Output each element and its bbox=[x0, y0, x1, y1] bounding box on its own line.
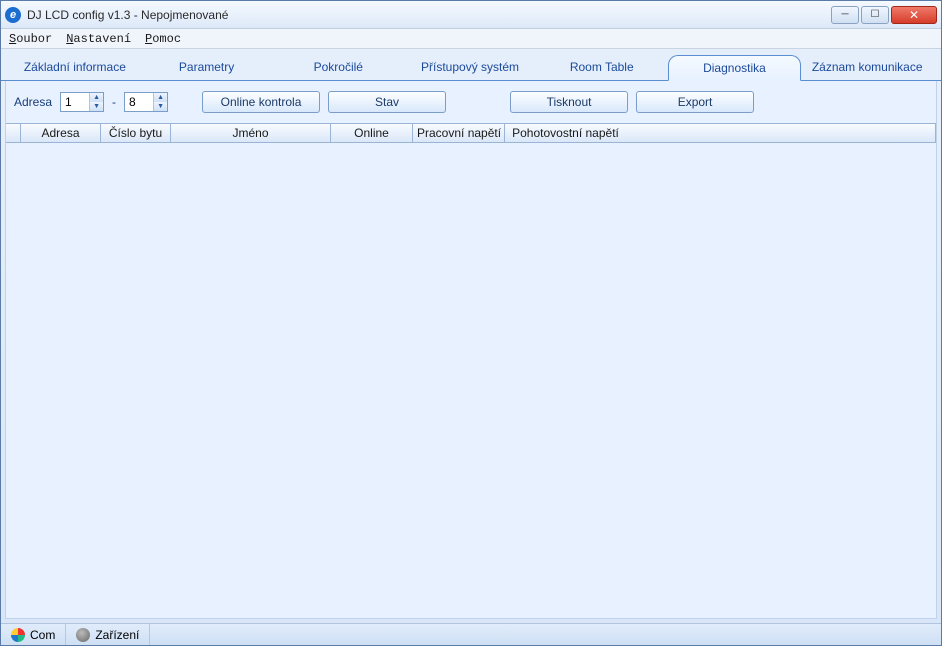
status-com-label: Com bbox=[30, 628, 55, 642]
address-from-input[interactable] bbox=[61, 93, 89, 111]
window-title: DJ LCD config v1.3 - Nepojmenované bbox=[27, 8, 831, 22]
statusbar: Com Zařízení bbox=[1, 623, 941, 645]
dash-label: - bbox=[112, 95, 116, 109]
print-button[interactable]: Tisknout bbox=[510, 91, 628, 113]
close-button[interactable]: ✕ bbox=[891, 6, 937, 24]
export-button[interactable]: Export bbox=[636, 91, 754, 113]
address-to-spinner[interactable]: ▲ ▼ bbox=[124, 92, 168, 112]
menu-help[interactable]: Pomoc bbox=[145, 32, 181, 46]
status-com[interactable]: Com bbox=[1, 624, 66, 645]
col-header-online[interactable]: Online bbox=[330, 124, 412, 142]
menu-file[interactable]: Soubor bbox=[9, 32, 52, 46]
address-from-spinner[interactable]: ▲ ▼ bbox=[60, 92, 104, 112]
tab-access-system[interactable]: Přístupový systém bbox=[404, 55, 536, 80]
col-header-address[interactable]: Adresa bbox=[20, 124, 100, 142]
tab-parameters[interactable]: Parametry bbox=[141, 55, 273, 80]
menu-settings[interactable]: Nastavení bbox=[66, 32, 131, 46]
grid-header-row: Adresa Číslo bytu Jméno Online Pracovní … bbox=[6, 123, 936, 143]
col-header-flat-number[interactable]: Číslo bytu bbox=[100, 124, 170, 142]
device-icon bbox=[76, 628, 90, 642]
tab-basic-info[interactable]: Základní informace bbox=[9, 55, 141, 80]
table-area[interactable]: Adresa Číslo bytu Jméno Online Pracovní … bbox=[6, 123, 936, 618]
address-label: Adresa bbox=[14, 95, 52, 109]
status-device[interactable]: Zařízení bbox=[66, 624, 150, 645]
spin-down-icon[interactable]: ▼ bbox=[154, 102, 167, 111]
toolbar: Adresa ▲ ▼ - ▲ ▼ Online kontrola Stav Ti bbox=[6, 81, 936, 123]
row-marker-header[interactable] bbox=[6, 124, 20, 142]
tabstrip: Základní informace Parametry Pokročilé P… bbox=[1, 49, 941, 81]
spin-up-icon[interactable]: ▲ bbox=[90, 93, 103, 102]
tab-room-table[interactable]: Room Table bbox=[536, 55, 668, 80]
status-device-label: Zařízení bbox=[95, 628, 139, 642]
tab-diagnostics[interactable]: Diagnostika bbox=[668, 55, 802, 81]
col-header-name[interactable]: Jméno bbox=[170, 124, 330, 142]
app-window: e DJ LCD config v1.3 - Nepojmenované ─ ☐… bbox=[0, 0, 942, 646]
app-icon: e bbox=[5, 7, 21, 23]
window-controls: ─ ☐ ✕ bbox=[831, 6, 937, 24]
titlebar[interactable]: e DJ LCD config v1.3 - Nepojmenované ─ ☐… bbox=[1, 1, 941, 29]
tab-content: Adresa ▲ ▼ - ▲ ▼ Online kontrola Stav Ti bbox=[5, 81, 937, 619]
address-to-input[interactable] bbox=[125, 93, 153, 111]
com-icon bbox=[11, 628, 25, 642]
spin-up-icon[interactable]: ▲ bbox=[154, 93, 167, 102]
tab-advanced[interactable]: Pokročilé bbox=[272, 55, 404, 80]
menubar: Soubor Nastavení Pomoc bbox=[1, 29, 941, 49]
col-header-standby-voltage[interactable]: Pohotovostní napětí bbox=[504, 124, 626, 142]
online-check-button[interactable]: Online kontrola bbox=[202, 91, 320, 113]
tab-comm-log[interactable]: Záznam komunikace bbox=[801, 55, 933, 80]
minimize-button[interactable]: ─ bbox=[831, 6, 859, 24]
spinner-arrows: ▲ ▼ bbox=[89, 93, 103, 111]
spinner-arrows: ▲ ▼ bbox=[153, 93, 167, 111]
col-header-work-voltage[interactable]: Pracovní napětí bbox=[412, 124, 504, 142]
maximize-button[interactable]: ☐ bbox=[861, 6, 889, 24]
state-button[interactable]: Stav bbox=[328, 91, 446, 113]
spin-down-icon[interactable]: ▼ bbox=[90, 102, 103, 111]
